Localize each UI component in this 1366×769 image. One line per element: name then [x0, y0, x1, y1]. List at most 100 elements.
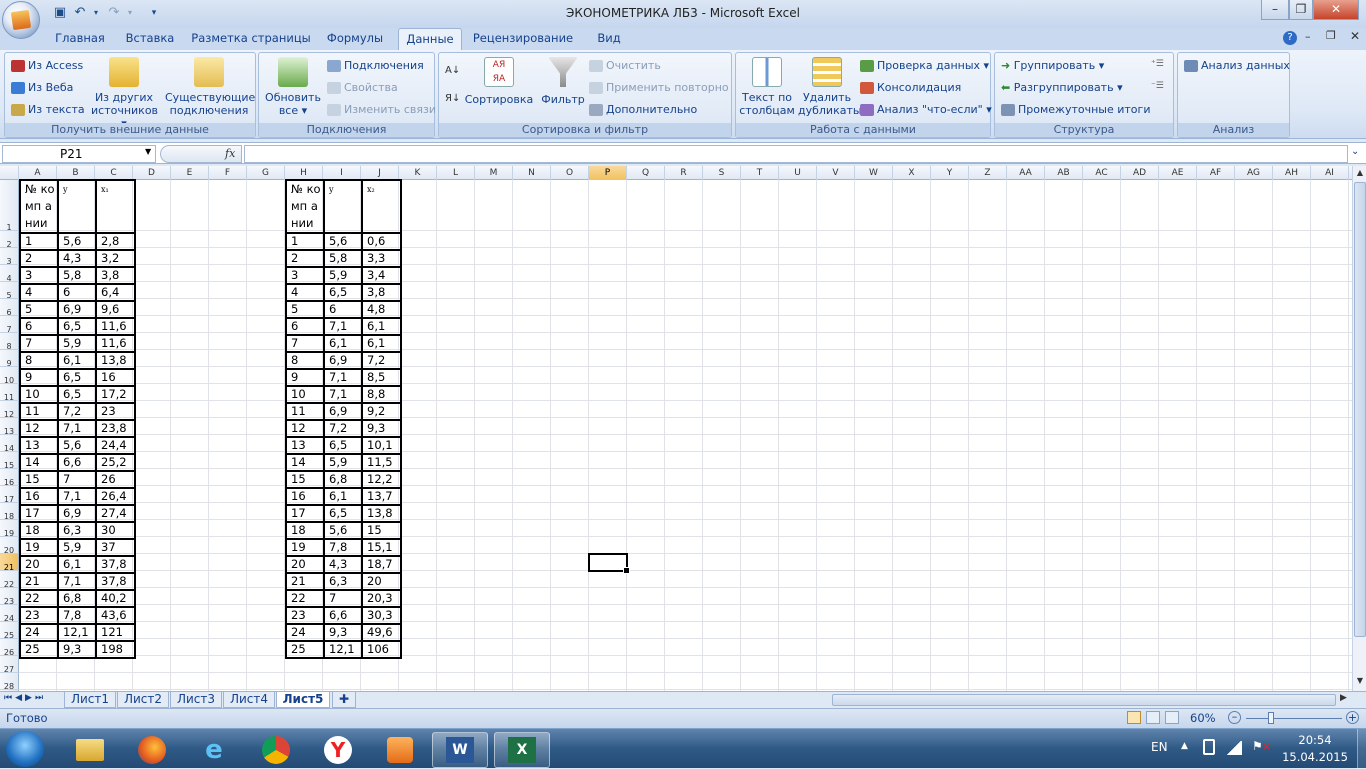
explorer-taskbar-icon[interactable] [62, 732, 118, 768]
properties-button[interactable]: Свойства [327, 81, 398, 94]
table-header-cell[interactable]: y [323, 179, 363, 234]
table-cell[interactable]: 6,4 [95, 283, 136, 302]
table-cell[interactable]: 20 [19, 555, 59, 574]
customize-qat-icon[interactable]: ▾ [146, 5, 162, 21]
table-cell[interactable]: 5,9 [57, 538, 97, 557]
table-cell[interactable]: 20,3 [361, 589, 402, 608]
table-cell[interactable]: 14 [19, 453, 59, 472]
tab-data[interactable]: Данные [398, 28, 462, 51]
table-cell[interactable]: 6,1 [57, 555, 97, 574]
table-cell[interactable]: 7,1 [323, 385, 363, 404]
column-header[interactable]: H [285, 166, 323, 180]
column-header[interactable]: F [209, 166, 247, 180]
name-box-dropdown-icon[interactable]: ▼ [145, 147, 151, 156]
row-header[interactable]: 8 [0, 333, 19, 351]
select-all-corner[interactable] [0, 166, 19, 180]
sort-button[interactable]: АЯ ЯА Сортировка [463, 57, 535, 106]
column-header[interactable]: D [133, 166, 171, 180]
column-header[interactable]: R [665, 166, 703, 180]
table-cell[interactable]: 4 [19, 283, 59, 302]
tab-home[interactable]: Главная [48, 28, 112, 50]
table-cell[interactable]: 25 [285, 640, 325, 659]
table-cell[interactable]: 9,3 [57, 640, 97, 659]
column-header[interactable]: Y [931, 166, 969, 180]
column-header[interactable]: Z [969, 166, 1007, 180]
table-cell[interactable]: 5,6 [323, 521, 363, 540]
row-header[interactable]: 10 [0, 367, 19, 385]
row-header[interactable]: 13 [0, 418, 19, 436]
help-icon[interactable]: ? [1283, 31, 1297, 45]
row-header[interactable]: 22 [0, 571, 19, 589]
table-cell[interactable]: 6 [57, 283, 97, 302]
row-header[interactable]: 18 [0, 503, 19, 521]
table-cell[interactable]: 10 [19, 385, 59, 404]
clear-filter-button[interactable]: Очистить [589, 59, 661, 72]
language-indicator[interactable]: EN [1151, 740, 1168, 754]
row-header[interactable]: 19 [0, 520, 19, 538]
table-cell[interactable]: 18 [285, 521, 325, 540]
row-header[interactable]: 26 [0, 639, 19, 657]
table-cell[interactable]: 11,6 [95, 317, 136, 336]
tray-time[interactable]: 20:54 [1280, 733, 1350, 747]
table-cell[interactable]: 2,8 [95, 232, 136, 251]
table-cell[interactable]: 5,8 [57, 266, 97, 285]
column-header[interactable]: AB [1045, 166, 1083, 180]
table-cell[interactable]: 7,1 [57, 487, 97, 506]
scroll-down-icon[interactable]: ▼ [1354, 676, 1366, 688]
group-button[interactable]: ➜ Группировать ▾ [1001, 59, 1104, 72]
firefox-taskbar-icon[interactable] [124, 732, 180, 768]
table-cell[interactable]: 15,1 [361, 538, 402, 557]
table-cell[interactable]: 17 [19, 504, 59, 523]
sheet-nav-icons[interactable]: ⏮◀▶⏭ [4, 693, 46, 703]
table-cell[interactable]: 15 [285, 470, 325, 489]
column-header[interactable]: P [589, 166, 627, 180]
remove-duplicates-button[interactable]: Удалить дубликаты [798, 57, 862, 117]
column-header[interactable]: L [437, 166, 475, 180]
tab-formulas[interactable]: Формулы [320, 28, 390, 50]
ribbon-minimize-icon[interactable]: – [1305, 30, 1311, 43]
column-header[interactable]: B [57, 166, 95, 180]
table-cell[interactable]: 9 [285, 368, 325, 387]
table-cell[interactable]: 23 [285, 606, 325, 625]
table-cell[interactable]: 9,2 [361, 402, 402, 421]
data-analysis-button[interactable]: Анализ данных [1184, 59, 1290, 72]
row-header[interactable]: 9 [0, 350, 19, 368]
subtotal-button[interactable]: Промежуточные итоги [1001, 103, 1150, 116]
table-cell[interactable]: 5,6 [57, 232, 97, 251]
table-cell[interactable]: 7 [285, 334, 325, 353]
table-cell[interactable]: 23 [19, 606, 59, 625]
page-layout-view-icon[interactable] [1146, 711, 1160, 724]
redo-icon[interactable]: ↷ [106, 5, 122, 21]
table-header-cell[interactable]: x₂ [361, 179, 402, 234]
table-cell[interactable]: 10,1 [361, 436, 402, 455]
tray-date[interactable]: 15.04.2015 [1280, 750, 1350, 764]
table-cell[interactable]: 6,5 [323, 436, 363, 455]
table-cell[interactable]: 4,8 [361, 300, 402, 319]
row-header[interactable]: 17 [0, 486, 19, 504]
column-header[interactable]: A [19, 166, 57, 180]
table-cell[interactable]: 7 [57, 470, 97, 489]
row-header[interactable]: 20 [0, 537, 19, 555]
row-header[interactable]: 16 [0, 469, 19, 487]
table-cell[interactable]: 6,9 [323, 351, 363, 370]
table-cell[interactable]: 10 [285, 385, 325, 404]
sheet-tab-5[interactable]: Лист5 [276, 692, 330, 708]
table-cell[interactable]: 7,2 [57, 402, 97, 421]
table-cell[interactable]: 9,3 [323, 623, 363, 642]
device-icon[interactable] [1203, 739, 1215, 755]
existing-connections-button[interactable]: Существующие подключения [165, 57, 255, 117]
consolidate-button[interactable]: Консолидация [860, 81, 961, 94]
table-cell[interactable]: 6,6 [57, 453, 97, 472]
table-cell[interactable]: 13,7 [361, 487, 402, 506]
table-cell[interactable]: 3 [285, 266, 325, 285]
table-cell[interactable]: 12,1 [323, 640, 363, 659]
sheet-tab-2[interactable]: Лист2 [117, 692, 169, 708]
from-web-button[interactable]: Из Веба [11, 81, 73, 94]
zoom-slider-thumb[interactable] [1268, 712, 1274, 724]
table-cell[interactable]: 12 [19, 419, 59, 438]
table-cell[interactable]: 7,8 [323, 538, 363, 557]
column-header[interactable]: O [551, 166, 589, 180]
table-cell[interactable]: 7,2 [323, 419, 363, 438]
column-header[interactable]: C [95, 166, 133, 180]
scroll-right-icon[interactable]: ▶ [1340, 693, 1347, 703]
